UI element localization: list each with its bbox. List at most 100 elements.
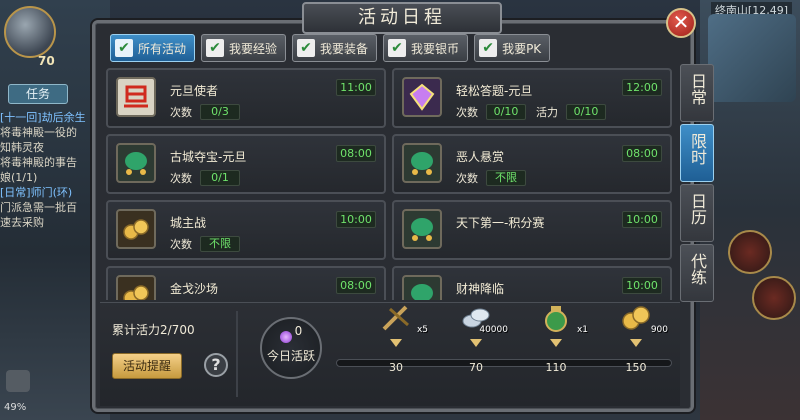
quest-tracker[interactable]: [十一回]劫后余生 将毒神殿一役的 知韩灵夜 将毒神殿的事告 娘(1/1) [日…	[0, 110, 105, 230]
tab-silver[interactable]: ✔ 我要银币	[383, 34, 469, 62]
minimap[interactable]	[708, 14, 796, 102]
panel-title: 活动日程	[302, 2, 502, 34]
activity-time: 11:00	[336, 79, 376, 96]
quest-line: 门派急需一批百	[0, 201, 77, 214]
activity-stats: 次数 不限	[170, 236, 250, 252]
player-level: 70	[38, 54, 55, 68]
tab-calendar[interactable]: 日历	[680, 184, 714, 242]
tab-label: 我要银币	[411, 41, 460, 56]
quest-line: 速去采购	[0, 216, 44, 229]
today-activity-badge: 0 今日活跃	[260, 317, 322, 379]
activity-card-castle-war[interactable]: 城主战 10:00 次数 不限	[106, 200, 386, 260]
tab-label: 日历	[688, 193, 707, 225]
activity-card-quiz[interactable]: 轻松答题-元旦 12:00 次数 0/10 活力 0/10	[392, 68, 672, 128]
filter-tabs: ✔ 所有活动 ✔ 我要经验 ✔ 我要装备 ✔ 我要银币 ✔ 我要PK	[110, 34, 551, 62]
divider	[236, 311, 238, 397]
stat-label: 次数	[170, 238, 192, 251]
jade-treasure-icon	[402, 275, 442, 300]
close-button[interactable]: ✕	[666, 8, 696, 38]
activity-time: 12:00	[622, 79, 662, 96]
activity-stats: 次数 0/1	[170, 170, 250, 186]
jade-treasure-icon	[402, 143, 442, 183]
silver-coins-icon: 40000	[460, 303, 508, 335]
activity-stats: 次数 0/10 活力 0/10	[456, 104, 616, 120]
camera-icon[interactable]	[6, 370, 30, 392]
stat-value: 不限	[486, 170, 526, 186]
milestone-reward[interactable]: x1 110	[526, 303, 588, 374]
activity-name: 轻松答题-元旦	[456, 84, 533, 98]
tab-label: 我要PK	[502, 41, 542, 56]
milestone-reward[interactable]: 900 150	[606, 303, 668, 374]
activity-stats: 次数 不限	[456, 170, 536, 186]
tab-label: 我要装备	[320, 41, 369, 56]
activity-time: 10:00	[622, 277, 662, 294]
checkbox-icon: ✔	[479, 39, 498, 57]
gold-coins-icon: 900	[620, 303, 668, 335]
checkbox-icon: ✔	[388, 39, 407, 57]
tab-daily[interactable]: 日常	[680, 64, 714, 122]
tab-equipment[interactable]: ✔ 我要装备	[292, 34, 378, 62]
milestone-reward[interactable]: 40000 70	[446, 303, 508, 374]
activity-card-new-year-envoy[interactable]: 元旦使者 11:00 次数 0/3	[106, 68, 386, 128]
milestone-value: 110	[545, 361, 567, 374]
tab-label: 我要经验	[229, 41, 278, 56]
stat-value: 不限	[200, 236, 240, 252]
checkbox-icon: ✔	[206, 39, 225, 57]
jade-treasure-icon	[402, 209, 442, 249]
tab-auto-train[interactable]: 代练	[680, 244, 714, 302]
tab-all-activities[interactable]: ✔ 所有活动	[110, 34, 196, 62]
activity-name: 恶人悬赏	[456, 150, 505, 164]
quest-line: 娘(1/1)	[0, 171, 38, 184]
reward-quantity: 900	[650, 325, 668, 335]
milestone-marker	[550, 339, 562, 347]
tab-label: 所有活动	[138, 41, 187, 56]
tab-limited-time[interactable]: 限时	[680, 124, 714, 182]
treasure-pouch-icon: x1	[540, 303, 588, 335]
battery-indicator: 49%	[4, 402, 27, 413]
schedule-side-tabs: 日常 限时 日历 代练	[680, 64, 714, 304]
stat-label: 次数	[170, 106, 192, 119]
player-avatar[interactable]	[4, 6, 56, 58]
new-year-icon	[116, 77, 156, 117]
activity-card-battlefield[interactable]: 金戈沙场 08:00	[106, 266, 386, 300]
help-icon[interactable]: ?	[204, 353, 228, 377]
activity-time: 08:00	[336, 145, 376, 162]
quest-line: [十一回]劫后余生	[0, 111, 86, 124]
gold-coins-icon	[116, 209, 156, 249]
activity-name: 金戈沙场	[170, 282, 219, 296]
milestone-marker	[470, 339, 482, 347]
quest-line: 知韩灵夜	[0, 141, 44, 154]
task-button[interactable]: 任务	[8, 84, 68, 104]
activity-name: 城主战	[170, 216, 207, 230]
milestone-value: 30	[389, 361, 403, 374]
activity-card-ancient-city[interactable]: 古城夺宝-元旦 08:00 次数 0/1	[106, 134, 386, 194]
skill-button[interactable]	[752, 276, 796, 320]
tab-experience[interactable]: ✔ 我要经验	[201, 34, 287, 62]
activity-orb-icon	[279, 331, 292, 343]
reward-quantity: x5	[416, 325, 428, 335]
tab-label: 代练	[688, 253, 707, 285]
activity-list[interactable]: 元旦使者 11:00 次数 0/3 轻松答题-元旦 12:00 次数 0/10 …	[106, 68, 672, 300]
reward-quantity: 40000	[479, 325, 508, 335]
activity-reminder-button[interactable]: 活动提醒	[112, 353, 182, 379]
skill-button[interactable]	[728, 230, 772, 274]
tab-label: 限时	[688, 133, 707, 165]
tab-pk[interactable]: ✔ 我要PK	[474, 34, 551, 62]
vitality-footer: 累计活力2/700 活动提醒 ? 0 今日活跃 x5 30 40000 70 x…	[100, 302, 680, 406]
gold-coins-icon	[116, 275, 156, 300]
today-activity-label: 今日活跃	[266, 349, 315, 363]
stat-label: 次数	[170, 172, 192, 185]
activity-time: 08:00	[336, 277, 376, 294]
activity-card-god-of-wealth[interactable]: 财神降临 10:00	[392, 266, 672, 300]
milestone-marker	[630, 339, 642, 347]
stat-label: 次数	[456, 106, 478, 119]
stat-value: 0/10	[486, 104, 526, 120]
activity-name: 天下第一-积分赛	[456, 216, 545, 230]
quest-line: 将毒神殿一役的	[0, 126, 77, 139]
milestone-reward[interactable]: x5 30	[366, 303, 428, 374]
activity-card-tournament[interactable]: 天下第一-积分赛 10:00	[392, 200, 672, 260]
activity-card-bounty[interactable]: 恶人悬赏 08:00 次数 不限	[392, 134, 672, 194]
tab-label: 日常	[688, 73, 707, 105]
quest-line: [日常]师门(环)	[0, 186, 73, 199]
activity-name: 财神降临	[456, 282, 505, 296]
